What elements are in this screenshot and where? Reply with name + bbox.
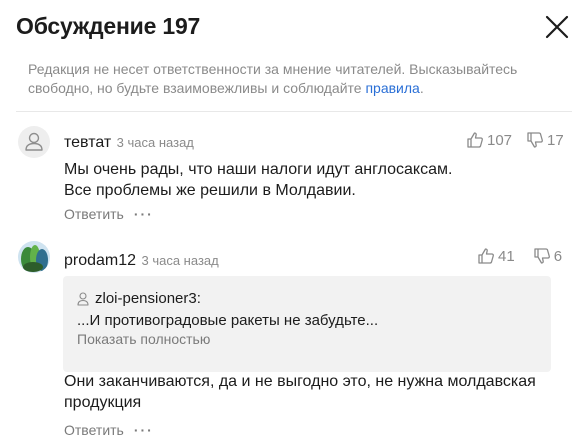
divider (16, 111, 572, 112)
like-count: 41 (498, 247, 515, 265)
avatar[interactable] (18, 241, 50, 273)
comment-actions: Ответить ··· (64, 206, 154, 222)
rules-link[interactable]: правила (365, 80, 419, 96)
dislike-count: 17 (547, 131, 564, 149)
more-options-button[interactable]: ··· (134, 206, 154, 222)
comment-time: 3 часа назад (116, 135, 194, 150)
comment-line: продукция (64, 394, 142, 411)
comment-body: Они заканчиваются, да и не выгодно это, … (64, 371, 564, 413)
quote-author-name: zloi-pensioner3: (95, 290, 201, 307)
quote-text: ...И противоградовые ракеты не забудьте.… (77, 312, 379, 329)
quote-author[interactable]: zloi-pensioner3: (77, 290, 201, 307)
thumbs-up-icon (478, 248, 494, 264)
reply-button[interactable]: Ответить (64, 206, 124, 222)
thumbs-down-icon (527, 132, 543, 148)
vote-panel: 107 17 (466, 131, 564, 149)
moderation-notice: Редакция не несет ответственности за мне… (28, 60, 548, 98)
comment-line: Они заканчиваются, да и не выгодно это, … (64, 373, 536, 390)
like-button[interactable]: 107 (466, 131, 512, 149)
like-count: 107 (487, 131, 513, 149)
thumbs-up-icon (467, 132, 483, 148)
page-title: Обсуждение 197 (16, 13, 201, 39)
dislike-count: 6 (553, 247, 563, 265)
comment-actions: Ответить ··· (64, 422, 154, 438)
vote-panel: 41 6 (477, 247, 562, 265)
thumbs-down-icon (534, 248, 550, 264)
close-button[interactable] (544, 14, 572, 42)
notice-text: Редакция не несет ответственности за мне… (28, 61, 518, 96)
comment-author[interactable]: тевтат (64, 134, 111, 151)
dislike-button[interactable]: 17 (526, 131, 564, 149)
comment-body: Мы очень рады, что наши налоги идут англ… (64, 159, 564, 201)
avatar[interactable] (18, 126, 50, 158)
dislike-button[interactable]: 6 (533, 247, 562, 265)
header: Обсуждение 197 (16, 12, 580, 52)
more-options-button[interactable]: ··· (134, 422, 154, 438)
notice-end: . (419, 80, 424, 96)
comment-time: 3 часа назад (141, 253, 219, 268)
user-icon (25, 132, 43, 151)
comment-meta: тевтат 3 часа назад (64, 133, 194, 153)
comment-meta: prodam12 3 часа назад (64, 251, 219, 271)
reply-button[interactable]: Ответить (64, 422, 124, 438)
user-icon (77, 291, 89, 306)
comment-line: Мы очень рады, что наши налоги идут англ… (64, 161, 453, 178)
avatar-image (18, 241, 50, 273)
comment-line: Все проблемы же решили в Молдавии. (64, 182, 356, 199)
close-icon (545, 15, 569, 39)
show-full-link[interactable]: Показать полностью (77, 331, 210, 347)
like-button[interactable]: 41 (477, 247, 515, 265)
comment-author[interactable]: prodam12 (64, 252, 136, 269)
quoted-comment: zloi-pensioner3: ...И противоградовые ра… (63, 276, 551, 372)
